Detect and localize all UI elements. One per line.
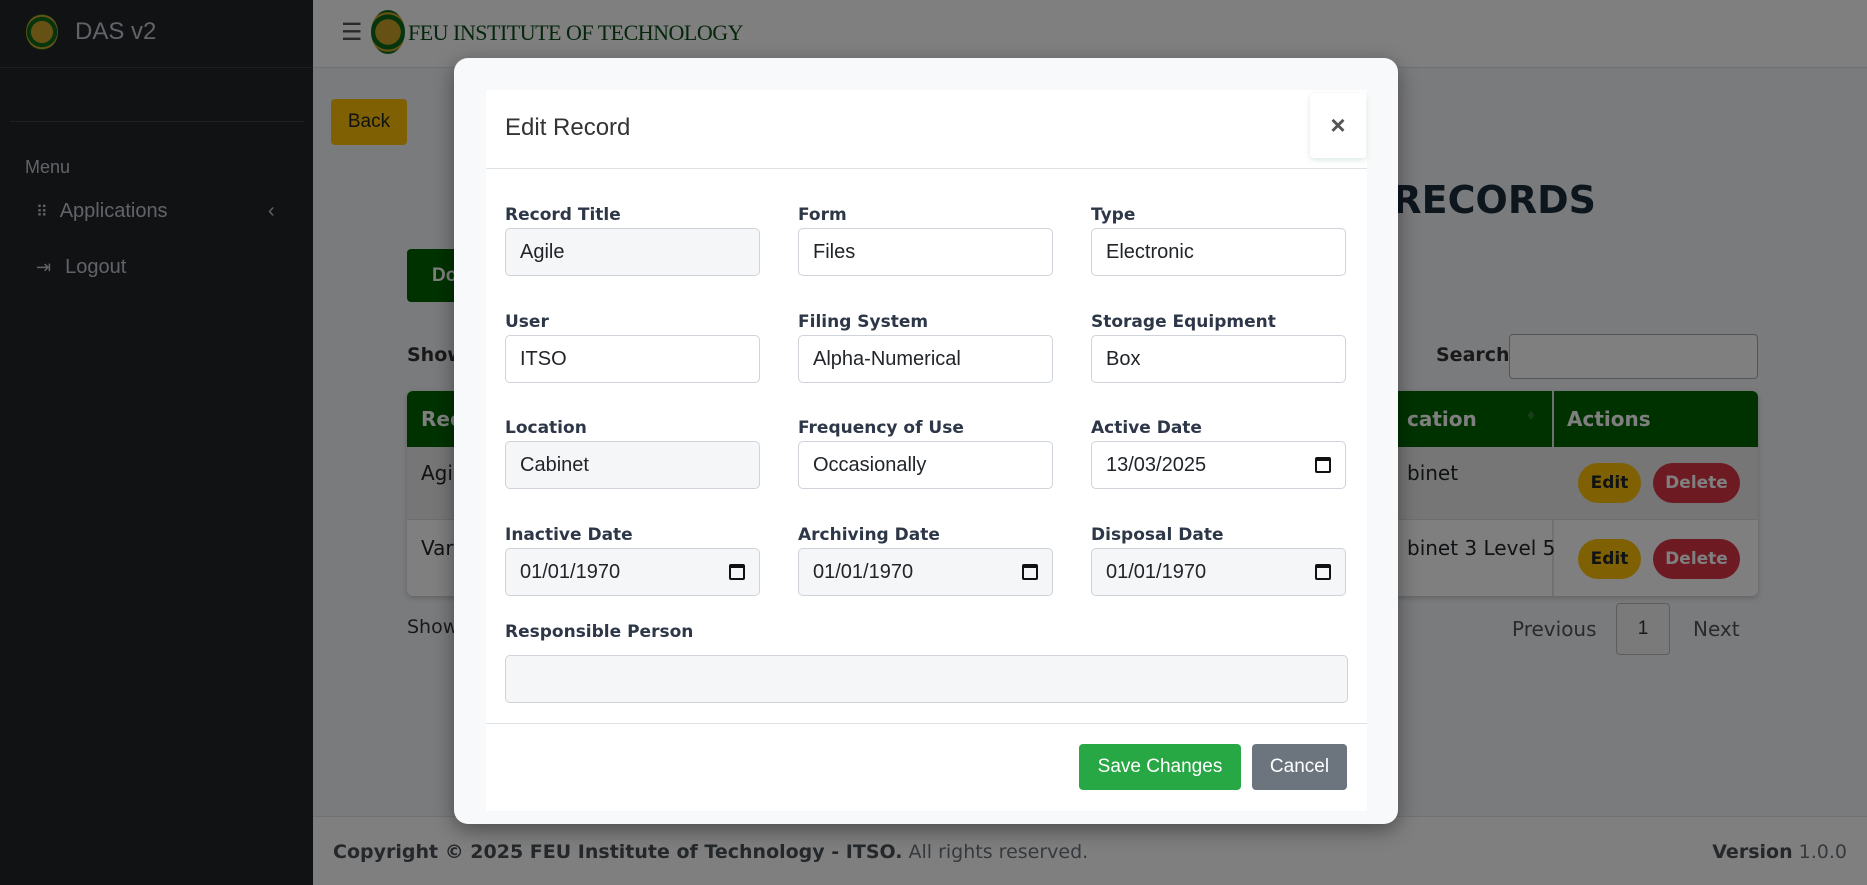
location-input[interactable]: Cabinet xyxy=(505,441,760,489)
filing-system-input[interactable]: Alpha-Numerical xyxy=(798,335,1053,383)
field-label: Disposal Date xyxy=(1091,525,1224,545)
field-value: 01/01/1970 xyxy=(813,560,914,583)
field-label: Inactive Date xyxy=(505,525,633,545)
field-value: Files xyxy=(813,240,856,263)
cancel-button[interactable]: Cancel xyxy=(1252,744,1347,790)
type-input[interactable]: Electronic xyxy=(1091,228,1346,276)
form-input[interactable]: Files xyxy=(798,228,1053,276)
field-value: Agile xyxy=(520,240,565,263)
modal-title: Edit Record xyxy=(505,114,631,141)
active-date-input[interactable]: 13/03/2025 xyxy=(1091,441,1346,489)
field-label: User xyxy=(505,312,549,332)
field-value: Occasionally xyxy=(813,453,927,476)
calendar-icon[interactable] xyxy=(1022,564,1038,580)
edit-record-modal: Edit Record × Record Title Agile Form Files… xyxy=(454,58,1398,824)
user-input[interactable]: ITSO xyxy=(505,335,760,383)
field-label: Form xyxy=(798,205,847,225)
frequency-of-use-input[interactable]: Occasionally xyxy=(798,441,1053,489)
field-value: 01/01/1970 xyxy=(520,560,621,583)
field-value: Alpha-Numerical xyxy=(813,347,961,370)
storage-equipment-input[interactable]: Box xyxy=(1091,335,1346,383)
close-button[interactable]: × xyxy=(1310,93,1366,158)
record-title-input[interactable]: Agile xyxy=(505,228,760,276)
disposal-date-input[interactable]: 01/01/1970 xyxy=(1091,548,1346,596)
field-value: Box xyxy=(1106,347,1141,370)
field-label: Type xyxy=(1091,205,1136,225)
inactive-date-input[interactable]: 01/01/1970 xyxy=(505,548,760,596)
field-label: Archiving Date xyxy=(798,525,940,545)
field-label: Storage Equipment xyxy=(1091,312,1276,332)
calendar-icon[interactable] xyxy=(1315,457,1331,473)
field-value: ITSO xyxy=(520,347,567,370)
field-value: 13/03/2025 xyxy=(1106,453,1207,476)
field-label: Active Date xyxy=(1091,418,1202,438)
field-label: Frequency of Use xyxy=(798,418,964,438)
calendar-icon[interactable] xyxy=(729,564,745,580)
field-value: Cabinet xyxy=(520,453,589,476)
field-label: Location xyxy=(505,418,587,438)
field-label: Record Title xyxy=(505,205,621,225)
field-label: Filing System xyxy=(798,312,929,332)
field-label: Responsible Person xyxy=(505,622,694,642)
calendar-icon[interactable] xyxy=(1315,564,1331,580)
field-value: Electronic xyxy=(1106,240,1194,263)
field-value: 01/01/1970 xyxy=(1106,560,1207,583)
responsible-person-input[interactable] xyxy=(505,655,1348,703)
save-changes-button[interactable]: Save Changes xyxy=(1079,744,1241,790)
archiving-date-input[interactable]: 01/01/1970 xyxy=(798,548,1053,596)
